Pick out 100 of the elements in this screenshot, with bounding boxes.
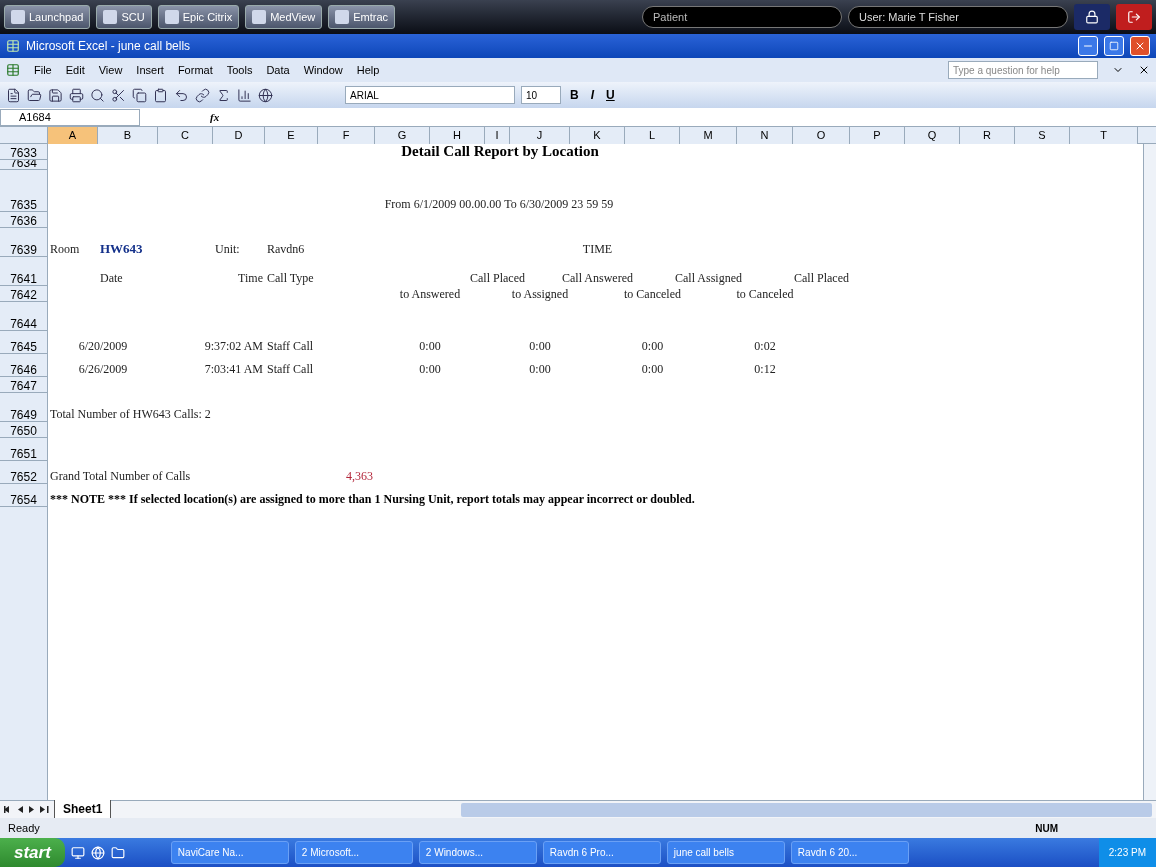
menu-item[interactable]: Insert [136,61,164,79]
column-header[interactable]: E [265,127,318,144]
cell-text: Date [100,272,123,284]
save-icon[interactable] [48,87,63,103]
font-field[interactable]: ARIAL [345,86,515,104]
lock-button[interactable] [1074,4,1110,30]
column-header[interactable]: S [1015,127,1070,144]
font-size-field[interactable]: 10 [521,86,561,104]
cell-text: Time [238,272,263,284]
column-header[interactable]: Q [905,127,960,144]
column-header[interactable]: A [48,127,98,144]
column-header[interactable]: L [625,127,680,144]
column-header[interactable]: R [960,127,1015,144]
paste-icon[interactable] [153,87,168,103]
launchpad-button[interactable]: Launchpad [4,5,91,29]
desktop-icon[interactable] [70,845,85,860]
insert-function-button[interactable]: fx [210,108,220,126]
browser-icon[interactable] [90,845,105,860]
copy-icon[interactable] [132,87,147,103]
restore-button[interactable] [1104,36,1124,56]
minimize-button[interactable] [1078,36,1098,56]
report-title: Detail Call Report by Location [401,144,599,159]
row-header[interactable]: 7635 [0,170,48,212]
num-lock-indicator: NUM [1035,821,1058,836]
taskbar-button[interactable]: june call bells [666,841,785,864]
print-icon[interactable] [69,87,84,103]
logout-button[interactable] [1116,4,1152,30]
launchpad-button[interactable]: SCU [96,5,152,29]
launchpad-button[interactable]: Emtrac [328,5,396,29]
column-header[interactable]: H [430,127,485,144]
column-header[interactable]: O [793,127,850,144]
row-header[interactable]: 7641 [0,257,48,286]
menu-item[interactable]: Help [356,61,380,79]
row-header[interactable]: 7633 [0,144,48,160]
row-header[interactable]: 7644 [0,302,48,331]
row-header[interactable]: 7636 [0,212,48,228]
row-header[interactable]: 7639 [0,228,48,257]
first-last-icon[interactable] [40,806,49,813]
link-icon[interactable] [195,87,210,103]
taskbar-button[interactable]: Ravdn 6 20... [790,841,909,864]
launchpad-button[interactable]: Epic Citrix [157,5,240,29]
row-header[interactable]: 7651 [0,438,48,461]
column-header[interactable]: K [570,127,625,144]
column-header[interactable]: T [1070,127,1138,144]
menu-item[interactable]: Edit [65,61,85,79]
format-button[interactable]: I [587,86,597,104]
launchpad-button[interactable]: MedView [245,5,323,29]
search-icon[interactable] [90,87,105,103]
cell-text: Call Type [267,272,314,284]
cut-icon[interactable] [111,87,126,103]
cell-text: 0:00 [419,340,441,352]
taskbar-button[interactable]: 2 Windows... [418,841,537,864]
row-header[interactable]: 7654 [0,484,48,507]
row-header[interactable]: 7642 [0,286,48,302]
window-title: Microsoft Excel - june call bells [26,38,191,55]
row-header[interactable]: 7649 [0,393,48,422]
column-header[interactable]: M [680,127,737,144]
new-document-icon[interactable] [6,87,21,103]
menu-item[interactable]: View [98,61,123,79]
globe-icon[interactable] [258,87,273,103]
row-header[interactable]: 7647 [0,377,48,393]
format-button[interactable]: U [603,86,618,104]
user-field[interactable]: User: Marie T Fisher [848,6,1068,28]
taskbar-button[interactable]: NaviCare Na... [170,841,289,864]
row-header[interactable]: 7652 [0,461,48,484]
lock-icon [1085,10,1099,24]
taskbar-button[interactable]: Ravdn 6 Pro... [542,841,661,864]
column-header[interactable]: N [737,127,793,144]
patient-field[interactable]: Patient [642,6,842,28]
column-header[interactable]: J [510,127,570,144]
column-header[interactable]: P [850,127,905,144]
help-field[interactable]: Type a question for help [948,61,1098,79]
column-header[interactable]: G [375,127,430,144]
sum-icon[interactable] [216,87,231,103]
column-header[interactable]: C [158,127,213,144]
folder-icon[interactable] [110,845,125,860]
menu-item[interactable]: File [34,61,52,79]
menu-item[interactable]: Tools [226,61,253,79]
close-button[interactable] [1130,36,1150,56]
close-icon[interactable] [1138,64,1150,76]
column-header[interactable]: D [213,127,265,144]
cell-text: TIME [582,243,613,255]
menu-item[interactable]: Format [177,61,213,79]
row-header[interactable]: 7646 [0,354,48,377]
name-box[interactable]: A1684 [0,108,140,126]
column-header[interactable]: I [485,127,510,144]
menu-item[interactable]: Data [266,61,290,79]
row-header[interactable]: 7650 [0,422,48,438]
chart-icon[interactable] [237,87,252,103]
horizontal-scrollbar[interactable] [461,802,1152,817]
undo-icon[interactable] [174,87,189,103]
app-icon [103,10,118,24]
column-header[interactable]: F [318,127,375,144]
vertical-scrollbar[interactable] [1143,144,1156,800]
format-button[interactable]: B [567,86,582,104]
column-header[interactable]: B [98,127,158,144]
taskbar-button[interactable]: 2 Microsoft... [294,841,413,864]
menu-item[interactable]: Window [303,61,343,79]
row-header[interactable]: 7645 [0,331,48,354]
folder-icon[interactable] [27,87,42,103]
